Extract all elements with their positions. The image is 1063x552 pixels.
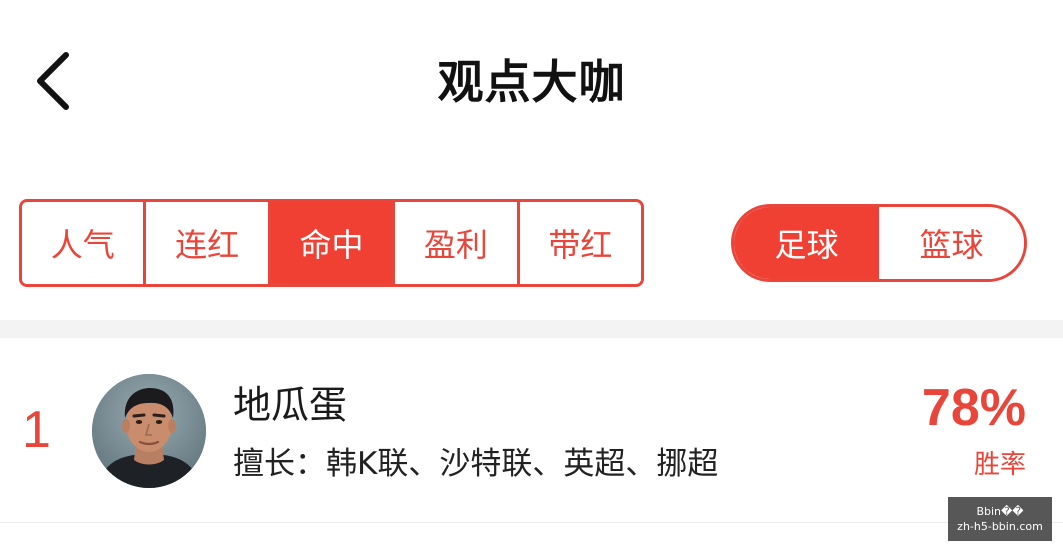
avatar <box>92 374 206 488</box>
win-rate-label: 胜率 <box>973 450 1026 480</box>
expert-specialty: 擅长：韩K联、沙特联、英超、挪超 <box>233 446 719 482</box>
tab-hit-rate[interactable]: 命中 <box>267 202 393 284</box>
section-divider <box>0 320 1063 338</box>
watermark: Bbin�� zh-h5-bbin.com <box>948 497 1052 541</box>
app-screen: 观点大咖 人气 连红 命中 盈利 带红 足球 篮球 1 地瓜蛋 擅长：韩K联、沙… <box>0 0 1063 552</box>
sport-option-basketball[interactable]: 篮球 <box>879 207 1024 279</box>
tab-lead-streak[interactable]: 带红 <box>516 202 641 284</box>
rank-number: 1 <box>22 401 51 459</box>
win-rate-value: 78% <box>921 379 1026 437</box>
watermark-line1: Bbin�� <box>976 505 1024 518</box>
rank-category-tabs: 人气 连红 命中 盈利 带红 <box>19 199 644 287</box>
tab-win-streak[interactable]: 连红 <box>143 202 268 284</box>
sport-option-football[interactable]: 足球 <box>734 207 879 279</box>
tab-popularity[interactable]: 人气 <box>22 202 144 284</box>
page-title: 观点大咖 <box>437 55 626 109</box>
watermark-line2: zh-h5-bbin.com <box>957 520 1043 533</box>
sport-toggle: 足球 篮球 <box>731 204 1027 282</box>
avatar-portrait <box>92 374 206 488</box>
tab-profit[interactable]: 盈利 <box>392 202 517 284</box>
expert-name: 地瓜蛋 <box>233 383 348 427</box>
expert-list-item[interactable]: 1 地瓜蛋 擅长：韩K联、沙特联、英超、挪超 78% 胜率 <box>0 338 1063 523</box>
